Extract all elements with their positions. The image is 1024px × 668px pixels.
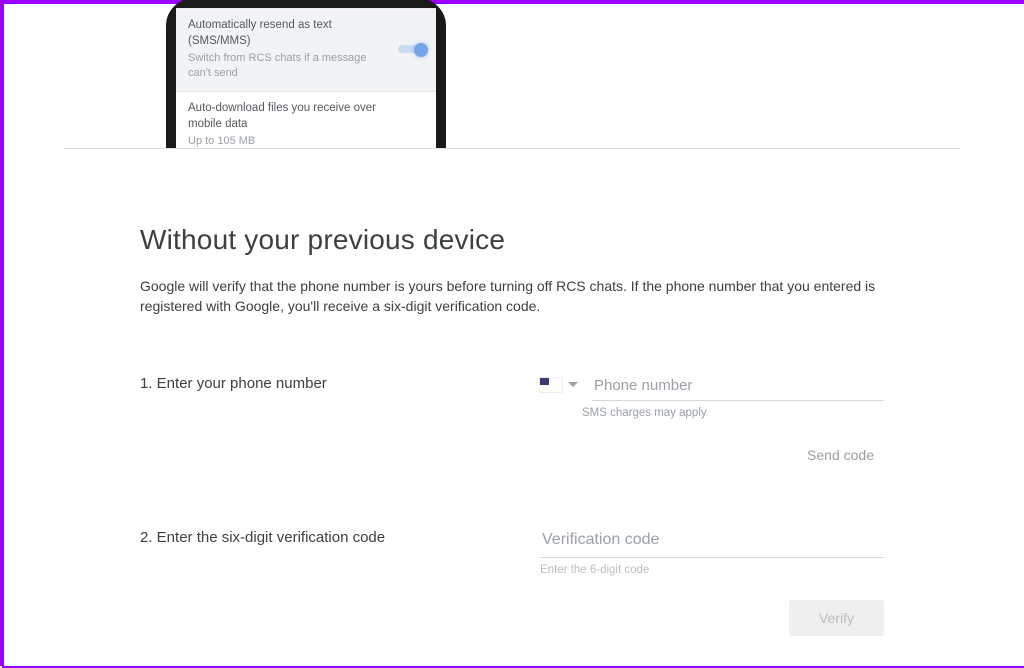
toggle-switch[interactable] (398, 43, 426, 57)
us-flag-icon (540, 378, 562, 392)
setting-row[interactable]: Automatically resend as text (SMS/MMS) S… (176, 8, 436, 92)
setting-subtitle: Switch from RCS chats if a message can't… (188, 51, 424, 81)
sms-charges-hint: SMS charges may apply (582, 407, 884, 419)
section-divider (64, 148, 960, 149)
setting-subtitle: Up to 105 MB (188, 134, 424, 148)
chevron-down-icon (568, 382, 578, 387)
toggle-knob-icon (414, 43, 428, 57)
verification-code-input[interactable] (540, 527, 884, 558)
step2-label: 2. Enter the six-digit verification code (140, 527, 540, 546)
step2-body: Enter the 6-digit code Verify (540, 527, 884, 636)
step1-actions: Send code (540, 439, 884, 471)
phone-frame: Automatically resend as text (SMS/MMS) S… (166, 0, 446, 148)
setting-title: Automatically resend as text (SMS/MMS) (188, 17, 424, 49)
section-intro: Google will verify that the phone number… (140, 276, 884, 317)
setting-title: Auto-download files you receive over mob… (188, 100, 424, 132)
step1-label: 1. Enter your phone number (140, 373, 540, 392)
section-title: Without your previous device (140, 224, 884, 256)
step2-actions: Verify (540, 600, 884, 636)
send-code-button[interactable]: Send code (797, 439, 884, 471)
step-1: 1. Enter your phone number SMS charges m… (140, 373, 884, 471)
content: Without your previous device Google will… (140, 224, 884, 636)
setting-row[interactable]: Auto-download files you receive over mob… (176, 92, 436, 148)
step1-body: SMS charges may apply Send code (540, 373, 884, 471)
enter-code-hint: Enter the 6-digit code (540, 564, 884, 576)
country-selector[interactable] (540, 378, 578, 396)
phone-number-input[interactable] (592, 373, 884, 401)
phone-input-row (540, 373, 884, 401)
phone-mock: Automatically resend as text (SMS/MMS) S… (166, 0, 446, 148)
verify-button[interactable]: Verify (789, 600, 884, 636)
step-2: 2. Enter the six-digit verification code… (140, 527, 884, 636)
